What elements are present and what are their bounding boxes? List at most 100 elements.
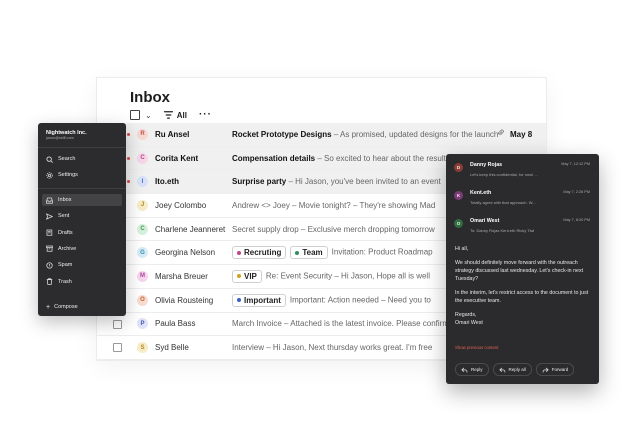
sender-name: Joey Colombo (155, 200, 207, 210)
sidebar-item-label: Drafts (58, 229, 73, 236)
email-snippet: – Hi Jason, you've been invited to an ev… (286, 177, 441, 187)
reply-all-icon (498, 367, 505, 372)
reply-all-button[interactable]: Reply all (492, 363, 532, 376)
sender-name: Corita Kent (155, 153, 199, 163)
select-all-checkbox[interactable] (130, 110, 140, 120)
compose-label: Compose (54, 304, 78, 310)
label-tag[interactable]: Team (290, 246, 328, 260)
sender-name: Georgina Nelson (155, 248, 216, 258)
filter-button[interactable]: All (163, 110, 187, 120)
divider (38, 147, 126, 148)
sidebar-item-drafts[interactable]: Drafts (42, 227, 122, 239)
sidebar-item-archive[interactable]: Archive (42, 243, 122, 255)
message-snippet: Totally agree with that approach. W... (470, 200, 536, 205)
body-paragraph: In the interim, let's restrict access to… (455, 290, 589, 304)
reply-button[interactable]: Reply (455, 363, 489, 376)
email-date: May 8 (510, 129, 533, 139)
workspace-email: jason@skiff.com (46, 136, 74, 140)
spam-icon (46, 262, 53, 269)
email-snippet: Interview – Hi Jason, Next thursday work… (232, 343, 433, 353)
email-snippet: Important: Action needed – Need you to (289, 295, 431, 305)
sender-name: Ito.eth (155, 177, 179, 187)
email-snippet: Invitation: Product Roadmap (331, 247, 433, 257)
avatar: D (454, 163, 463, 172)
forward-icon (542, 367, 549, 372)
avatar: I (137, 176, 148, 188)
chevron-down-icon[interactable]: ⌄ (145, 111, 152, 120)
show-previous-link[interactable]: Show previous content (455, 345, 498, 350)
body-paragraph: We should definitely move forward with t… (455, 260, 584, 282)
tag-dot-icon (237, 274, 241, 279)
avatar: C (137, 223, 148, 235)
avatar: C (137, 152, 148, 164)
inbox-icon (46, 197, 53, 204)
more-icon[interactable]: ··· (199, 110, 212, 120)
trash-icon (46, 278, 53, 285)
sidebar-item-search[interactable]: Search (42, 153, 122, 165)
tag-dot-icon (295, 250, 300, 255)
draft-icon (46, 229, 53, 236)
avatar: K (454, 191, 463, 200)
paperclip-icon (497, 129, 504, 139)
table-row[interactable]: R Ru Ansel Rocket Prototype Designs – As p… (97, 123, 546, 147)
email-subject: Surprise party (232, 177, 287, 187)
message-date: May 7, 8:20 PM (563, 218, 590, 222)
sidebar-item-sent[interactable]: Sent (42, 210, 122, 222)
sender-name: Paula Bass (155, 319, 196, 329)
sidebar-item-label: Spam (58, 262, 73, 269)
sidebar-item-settings[interactable]: Settings (42, 169, 122, 181)
sidebar-item-label: Sent (58, 213, 70, 220)
label-tag[interactable]: Recruting (232, 246, 287, 260)
sidebar-item-label: Settings (58, 172, 78, 178)
row-checkbox[interactable] (113, 343, 122, 353)
thread-panel: D Danny Rojas May 7, 12:12 PM Let's keep th… (446, 154, 599, 384)
sidebar-item-label: Archive (58, 245, 77, 252)
row-checkbox[interactable] (113, 319, 122, 329)
message-sender: Kent.eth (470, 190, 492, 196)
email-snippet: – So excited to hear about the results (315, 153, 450, 163)
email-snippet: Re: Event Security – Hi Jason, Hope all … (265, 271, 430, 281)
message-body: Hi all, We should definitely move forward… (455, 245, 593, 333)
tag-label: Important (244, 295, 281, 305)
action-label: Reply (471, 367, 483, 372)
action-label: Reply all (508, 367, 526, 372)
sidebar-item-label: Search (58, 156, 76, 162)
unread-dot-icon (127, 156, 130, 160)
tag-dot-icon (237, 250, 241, 255)
avatar: P (137, 318, 148, 330)
message-snippet: Let's keep this confidential, for now! .… (470, 172, 538, 177)
sidebar-item-spam[interactable]: Spam (42, 259, 122, 271)
action-label: Forward (551, 367, 569, 372)
sender-name: Marsha Breuer (155, 271, 208, 281)
message-sender: Danny Rojas (470, 162, 503, 168)
search-icon (46, 155, 53, 163)
sidebar-item-label: Inbox (58, 197, 72, 203)
inbox-toolbar: ⌄ All ··· (130, 108, 212, 122)
plus-icon: + (46, 303, 51, 311)
reply-icon (461, 367, 468, 372)
avatar: S (137, 342, 148, 354)
compose-button[interactable]: + Compose (42, 301, 122, 313)
sidebar-item-trash[interactable]: Trash (42, 276, 122, 288)
email-subject: Compensation details (232, 153, 316, 163)
label-tag[interactable]: Important (232, 293, 286, 307)
sender-name: Syd Belle (155, 343, 189, 353)
forward-button[interactable]: Forward (535, 363, 575, 376)
thread-message[interactable]: O Omari West May 7, 8:20 PM To: Danny Rojas… (446, 213, 599, 240)
email-snippet: March Invoice – Attached is the latest i… (232, 319, 449, 329)
avatar: R (137, 128, 148, 140)
filter-label: All (176, 110, 187, 120)
thread-message[interactable]: K Kent.eth May 7, 2:26 PM Totally agree wit… (446, 185, 599, 212)
email-snippet: Andrew <> Joey – Movie tonight? – They'r… (232, 200, 436, 210)
tag-label: Team (302, 248, 323, 258)
avatar: M (137, 270, 148, 282)
sidebar-item-inbox[interactable]: Inbox (42, 194, 122, 206)
message-recipients: To: Danny Rojas Kent.eth Ricky Tiwi (470, 228, 535, 233)
thread-message[interactable]: D Danny Rojas May 7, 12:12 PM Let's keep th… (446, 157, 599, 184)
sender-name: Ru Ansel (155, 129, 190, 139)
gear-icon (46, 171, 53, 179)
avatar: O (137, 294, 148, 306)
avatar: J (137, 199, 148, 211)
divider (38, 188, 126, 189)
label-tag[interactable]: VIP (232, 269, 262, 283)
